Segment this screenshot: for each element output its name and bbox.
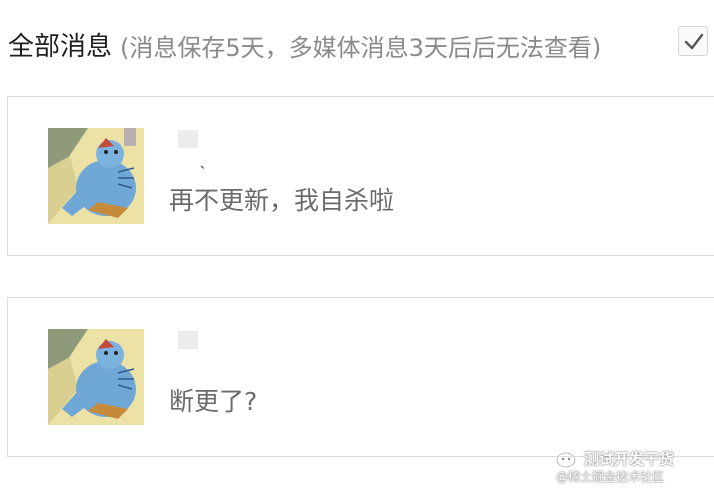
avatar-image (48, 329, 144, 425)
message-header: 全部消息 (消息保存5天，多媒体消息3天后后无法查看) (8, 22, 714, 64)
sender-name (178, 331, 198, 349)
avatar[interactable] (48, 128, 144, 224)
message-card[interactable]: 、 再不更新，我自杀啦 (7, 96, 714, 256)
sender-name (178, 130, 198, 148)
watermark: 测试开发干货 @稀土掘金技术社区 (556, 448, 706, 488)
message-card[interactable]: 断更了? (7, 297, 714, 457)
page-title: 全部消息 (8, 32, 113, 62)
watermark-account: 测试开发干货 (584, 450, 675, 468)
retention-note: (消息保存5天，多媒体消息3天后后无法查看) (120, 34, 602, 62)
select-all-checkbox[interactable] (678, 26, 708, 56)
name-separator: 、 (200, 157, 213, 171)
avatar-image (48, 128, 144, 224)
avatar[interactable] (48, 329, 144, 425)
message-text: 断更了? (169, 387, 258, 416)
watermark-source: @稀土掘金技术社区 (556, 470, 665, 484)
message-text: 再不更新，我自杀啦 (169, 186, 395, 215)
check-icon (684, 33, 704, 50)
